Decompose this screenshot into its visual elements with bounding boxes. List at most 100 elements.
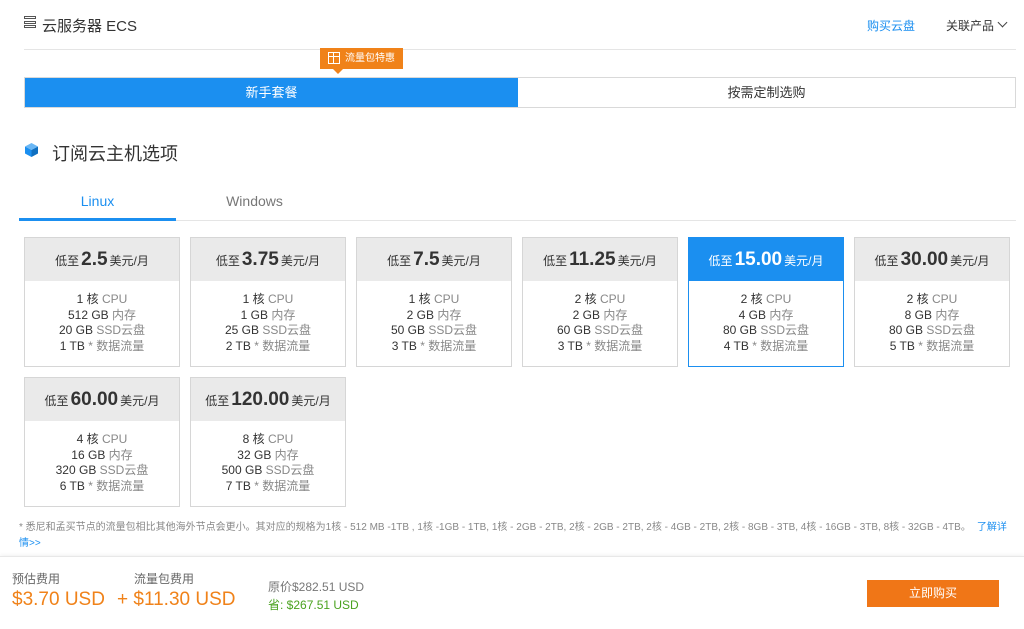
page-title: 云服务器 ECS [42, 18, 138, 35]
price-suffix: 美元/月 [109, 254, 149, 268]
tab-windows[interactable]: Windows [176, 187, 333, 221]
traffic-cost-value: + $11.30 USD [117, 589, 236, 610]
estimated-cost-value: $3.70 USD [12, 589, 105, 610]
plan-price-header: 低至 60.00 美元/月 [25, 378, 179, 421]
spec-memory: 8 GB 内存 [855, 308, 1009, 324]
spec-memory: 4 GB 内存 [689, 308, 843, 324]
spec-memory: 2 GB 内存 [357, 308, 511, 324]
spec-traffic: 1 TB * 数据流量 [25, 339, 179, 355]
price-suffix: 美元/月 [120, 394, 160, 408]
spec-disk: 60 GB SSD云盘 [523, 323, 677, 339]
related-products-menu[interactable]: 关联产品 [946, 17, 994, 34]
plan-price: 120.00 [231, 389, 290, 410]
spec-traffic: 7 TB * 数据流量 [191, 479, 345, 495]
tab-starter-plans[interactable]: 新手套餐 [25, 78, 518, 107]
cpu-cores: 2 [906, 292, 914, 306]
promo-badge: 流量包特惠 [320, 48, 403, 69]
spec-traffic: 5 TB * 数据流量 [855, 339, 1009, 355]
core-unit: 核 [584, 292, 597, 306]
traffic-unit: * 数据流量 [752, 338, 809, 353]
plan-card[interactable]: 低至 120.00 美元/月 8 核 CPU 32 GB 内存 500 GB SSD云盘 7… [190, 377, 346, 507]
memory-size: 32 GB [237, 447, 272, 462]
plan-specs: 1 核 CPU 2 GB 内存 50 GB SSD云盘 3 TB * 数据流量 [357, 281, 511, 354]
buy-now-button[interactable]: 立即购买 [867, 580, 999, 607]
disk-size: 80 GB [888, 323, 923, 337]
price-suffix: 美元/月 [617, 254, 657, 268]
memory-size: 1 GB [240, 307, 268, 322]
plan-specs: 2 核 CPU 2 GB 内存 60 GB SSD云盘 3 TB * 数据流量 [523, 281, 677, 354]
traffic-size: 7 TB [225, 478, 251, 493]
core-unit: 核 [252, 292, 265, 306]
traffic-size: 6 TB [59, 478, 85, 493]
buy-disk-link[interactable]: 购买云盘 [867, 17, 915, 34]
spec-cpu: 1 核 CPU [357, 292, 511, 308]
plan-specs: 2 核 CPU 4 GB 内存 80 GB SSD云盘 4 TB * 数据流量 [689, 281, 843, 354]
price-prefix: 低至 [215, 254, 240, 268]
plan-card[interactable]: 低至 15.00 美元/月 2 核 CPU 4 GB 内存 80 GB SSD云盘 4 TB… [688, 237, 844, 367]
tab-linux[interactable]: Linux [19, 187, 176, 221]
spec-disk: 320 GB SSD云盘 [25, 463, 179, 479]
disk-unit: SSD云盘 [926, 323, 976, 337]
price-suffix: 美元/月 [784, 254, 824, 268]
memory-unit: 内存 [274, 447, 299, 462]
disk-unit: SSD云盘 [262, 323, 312, 337]
memory-size: 16 GB [71, 447, 106, 462]
plan-price-header: 低至 3.75 美元/月 [191, 238, 345, 281]
spec-traffic: 3 TB * 数据流量 [523, 339, 677, 355]
tab-custom-purchase[interactable]: 按需定制选购 [518, 78, 1015, 107]
memory-unit: 内存 [112, 307, 137, 322]
core-unit: 核 [86, 292, 99, 306]
chevron-down-icon[interactable] [997, 17, 1008, 28]
spec-traffic: 6 TB * 数据流量 [25, 479, 179, 495]
promo-badge-pointer [333, 69, 343, 74]
traffic-unit: * 数据流量 [254, 478, 311, 493]
savings: 省: $267.51 USD [268, 598, 359, 612]
cpu-cores: 2 [740, 292, 748, 306]
cpu-unit: CPU [766, 292, 792, 306]
cpu-cores: 1 [242, 292, 250, 306]
spec-disk: 50 GB SSD云盘 [357, 323, 511, 339]
core-unit: 核 [750, 292, 763, 306]
core-unit: 核 [916, 292, 929, 306]
spec-memory: 2 GB 内存 [523, 308, 677, 324]
plan-specs: 1 核 CPU 1 GB 内存 25 GB SSD云盘 2 TB * 数据流量 [191, 281, 345, 354]
footnote-text: * 悉尼和孟买节点的流量包相比其他海外节点会更小。其对应的规格为1核 - 512… [19, 522, 971, 533]
price-prefix: 低至 [55, 254, 80, 268]
core-unit: 核 [418, 292, 431, 306]
cpu-unit: CPU [932, 292, 958, 306]
price-prefix: 低至 [874, 254, 899, 268]
plan-price-header: 低至 7.5 美元/月 [357, 238, 511, 281]
spec-memory: 1 GB 内存 [191, 308, 345, 324]
spec-traffic: 4 TB * 数据流量 [689, 339, 843, 355]
disk-size: 50 GB [390, 323, 425, 337]
spec-disk: 80 GB SSD云盘 [855, 323, 1009, 339]
disk-size: 20 GB [58, 323, 93, 337]
traffic-size: 3 TB [391, 338, 417, 353]
cpu-unit: CPU [102, 432, 128, 446]
memory-size: 512 GB [67, 307, 109, 322]
disk-size: 60 GB [556, 323, 591, 337]
spec-cpu: 1 核 CPU [191, 292, 345, 308]
disk-size: 320 GB [55, 463, 97, 477]
section-title: 订阅云主机选项 [52, 144, 178, 164]
cpu-unit: CPU [268, 432, 294, 446]
cube-icon [25, 143, 38, 157]
original-price: 原价$282.51 USD [268, 580, 365, 594]
plan-price: 7.5 [413, 249, 440, 270]
disk-size: 500 GB [221, 463, 263, 477]
plan-card[interactable]: 低至 30.00 美元/月 2 核 CPU 8 GB 内存 80 GB SSD云盘 5 TB… [854, 237, 1010, 367]
price-prefix: 低至 [543, 254, 568, 268]
price-suffix: 美元/月 [950, 254, 990, 268]
spec-cpu: 4 核 CPU [25, 432, 179, 448]
cpu-cores: 4 [76, 432, 84, 446]
plan-card[interactable]: 低至 3.75 美元/月 1 核 CPU 1 GB 内存 25 GB SSD云盘 2 TB … [190, 237, 346, 367]
plan-card[interactable]: 低至 2.5 美元/月 1 核 CPU 512 GB 内存 20 GB SSD云盘 1 TB… [24, 237, 180, 367]
cpu-unit: CPU [600, 292, 626, 306]
plan-card[interactable]: 低至 60.00 美元/月 4 核 CPU 16 GB 内存 320 GB SSD云盘 6 … [24, 377, 180, 507]
disk-unit: SSD云盘 [594, 323, 644, 337]
plan-card[interactable]: 低至 7.5 美元/月 1 核 CPU 2 GB 内存 50 GB SSD云盘 3 TB *… [356, 237, 512, 367]
plan-card[interactable]: 低至 11.25 美元/月 2 核 CPU 2 GB 内存 60 GB SSD云盘 3 TB… [522, 237, 678, 367]
spec-cpu: 8 核 CPU [191, 432, 345, 448]
memory-unit: 内存 [271, 307, 296, 322]
spec-cpu: 1 核 CPU [25, 292, 179, 308]
